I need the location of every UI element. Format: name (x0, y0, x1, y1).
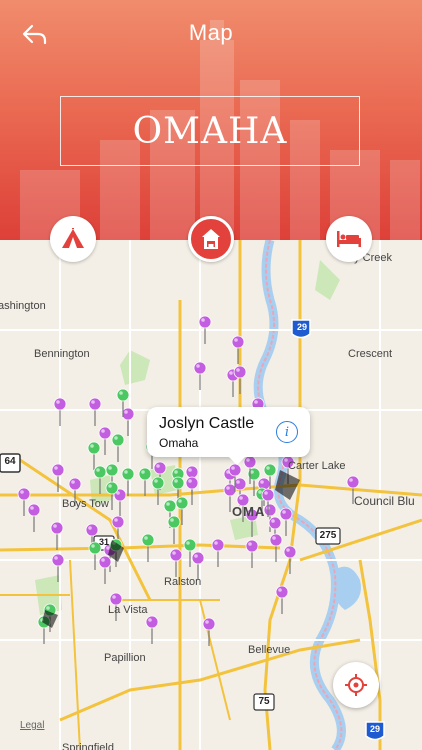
map-pin[interactable] (193, 361, 207, 390)
locate-me-button[interactable] (333, 662, 379, 708)
map-label-ralston: Ralston (164, 576, 202, 588)
map-label-council-bluffs: Council Blu (354, 494, 415, 508)
map-pin[interactable] (231, 335, 245, 364)
legal-link[interactable]: Legal (20, 720, 44, 731)
map-label-papillion: Papillion (104, 652, 146, 664)
map-pin[interactable] (121, 407, 135, 436)
map-pin[interactable] (53, 397, 67, 426)
map-pin[interactable] (111, 433, 125, 462)
shield-i29b-label: 29 (369, 724, 380, 734)
map-pin[interactable] (245, 539, 259, 568)
map-label-omaha: OMA (232, 504, 266, 519)
map-pin[interactable] (113, 488, 127, 517)
map-pin[interactable] (279, 507, 293, 536)
place-callout[interactable]: Joslyn Castle Omaha i (147, 407, 310, 465)
header: Map OMAHA (0, 0, 422, 240)
map-label-washington: ashington (0, 300, 46, 312)
map-label-la-vista: La Vista (108, 604, 148, 616)
crosshair-icon (345, 674, 367, 696)
map-label-carter-lake: Carter Lake (288, 460, 346, 472)
shield-64-label: 64 (4, 456, 16, 467)
map-label-bellevue: Bellevue (248, 644, 291, 656)
map-pin[interactable] (88, 397, 102, 426)
category-button-camping[interactable] (50, 216, 96, 262)
map-pin[interactable] (167, 515, 181, 544)
info-button[interactable]: i (276, 421, 298, 443)
hotel-icon (202, 229, 220, 249)
callout-title: Joslyn Castle (159, 415, 255, 432)
category-button-hotels[interactable] (188, 216, 234, 262)
map-pin[interactable] (211, 538, 225, 567)
shield-31-label: 31 (98, 537, 109, 547)
city-name: OMAHA (132, 110, 288, 152)
shield-275-label: 275 (319, 530, 337, 541)
map-pins (17, 315, 360, 646)
page-title: Map (188, 20, 234, 45)
map-pin[interactable] (27, 503, 41, 532)
callout-subtitle: Omaha (159, 436, 199, 450)
info-icon: i (284, 424, 290, 440)
map-pin[interactable] (87, 441, 101, 470)
tent-icon (62, 228, 84, 248)
map-label-bennington: Bennington (34, 348, 90, 360)
map-label-crescent: Crescent (348, 348, 393, 360)
shield-75-label: 75 (258, 696, 270, 707)
city-title: OMAHA (60, 96, 360, 166)
map-pin[interactable] (98, 555, 112, 584)
category-button-lodging[interactable] (326, 216, 372, 262)
shield-i29-label: 29 (296, 322, 307, 332)
bed-icon (337, 231, 361, 247)
map-pin[interactable] (202, 617, 216, 646)
map-pin[interactable] (98, 426, 112, 455)
map-pin[interactable] (50, 521, 64, 550)
map-pin[interactable] (138, 467, 152, 496)
map-label-springfield: Springfield (62, 742, 114, 750)
map-label-boys-town: Boys Tow (62, 498, 109, 510)
